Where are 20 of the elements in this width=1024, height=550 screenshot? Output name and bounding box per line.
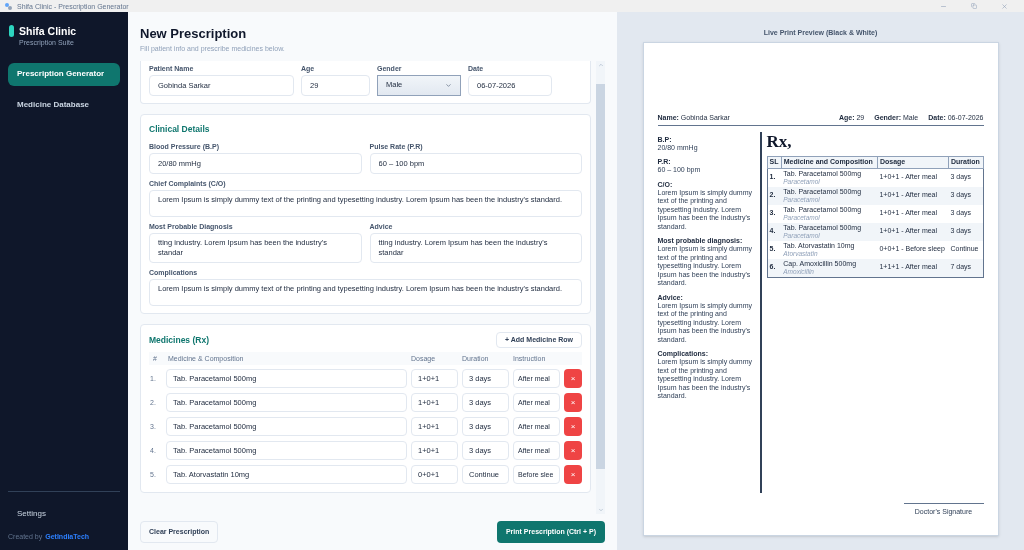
rx-symbol: Rx, <box>766 131 793 152</box>
remove-row-button[interactable]: × <box>564 393 582 413</box>
section-title: Medicines (Rx) <box>149 333 209 347</box>
app-icon <box>4 1 13 11</box>
remove-row-button[interactable]: × <box>564 465 582 485</box>
scroll-up-icon[interactable] <box>597 61 604 68</box>
settings-link[interactable]: Settings <box>8 507 120 520</box>
brand-mark-icon <box>9 25 14 37</box>
scroll-down-icon[interactable] <box>597 507 604 513</box>
page-title: New Prescription <box>140 26 248 42</box>
restore-icon[interactable] <box>971 3 977 9</box>
brand-name: Shifa Clinic <box>19 24 77 38</box>
nav-item[interactable]: Prescription Generator <box>8 62 120 86</box>
close-icon[interactable] <box>1001 2 1008 10</box>
remove-row-button[interactable]: × <box>564 369 582 389</box>
nav-item[interactable]: Medicine Database <box>8 93 120 117</box>
remove-row-button[interactable]: × <box>564 417 582 437</box>
section-title: Clinical Details <box>149 122 211 136</box>
remove-row-button[interactable]: × <box>564 441 582 461</box>
chevron-down-icon <box>445 81 452 89</box>
